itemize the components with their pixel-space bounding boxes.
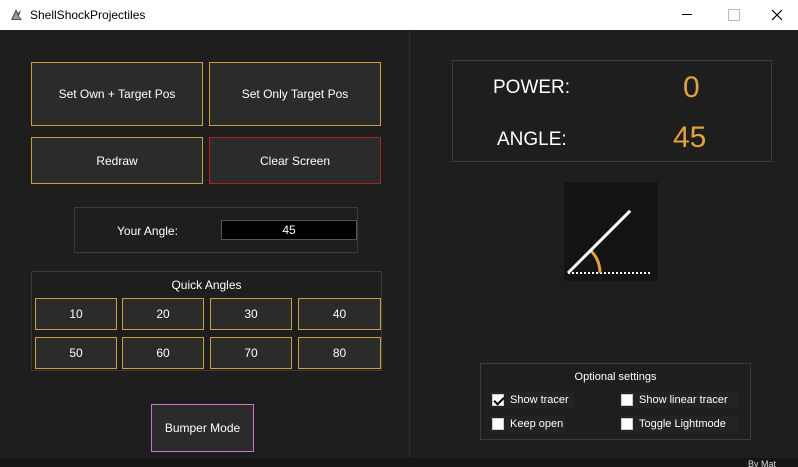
set-own-target-pos-button[interactable]: Set Own + Target Pos xyxy=(31,62,203,126)
set-only-target-pos-button[interactable]: Set Only Target Pos xyxy=(209,62,381,126)
angle-input-label: Your Angle: xyxy=(117,224,178,238)
quick-angle-10-button[interactable]: 10 xyxy=(35,298,117,330)
show-tracer-option[interactable]: Show tracer xyxy=(490,392,574,408)
power-label: POWER: xyxy=(493,77,571,98)
show-linear-tracer-checkbox[interactable] xyxy=(621,394,633,406)
angle-input[interactable] xyxy=(221,220,357,240)
keep-open-option[interactable]: Keep open xyxy=(490,416,566,432)
quick-angle-40-button[interactable]: 40 xyxy=(298,298,381,330)
bumper-mode-button[interactable]: Bumper Mode xyxy=(151,404,254,452)
optional-settings-title: Optional settings xyxy=(574,371,657,383)
minimize-button[interactable] xyxy=(664,0,710,30)
bottom-strip xyxy=(0,458,798,467)
stats-display: POWER: 0 ANGLE: 45 xyxy=(452,60,772,162)
show-tracer-checkbox[interactable] xyxy=(492,394,504,406)
close-button[interactable] xyxy=(754,0,798,30)
title-bar: ShellShockProjectiles xyxy=(0,0,798,30)
angle-input-group: Your Angle: xyxy=(74,207,358,253)
optional-settings-group: Optional settings Show tracer Show linea… xyxy=(480,363,751,440)
keep-open-label: Keep open xyxy=(510,418,564,430)
keep-open-checkbox[interactable] xyxy=(492,418,504,430)
credit-text: By Mat xyxy=(748,459,777,467)
show-tracer-label: Show tracer xyxy=(510,394,569,406)
redraw-button[interactable]: Redraw xyxy=(31,137,203,184)
toggle-lightmode-option[interactable]: Toggle Lightmode xyxy=(619,416,739,432)
quick-angles-title: Quick Angles xyxy=(171,278,242,292)
app-icon xyxy=(11,9,22,20)
power-value: 0 xyxy=(683,71,700,104)
angle-label: ANGLE: xyxy=(497,129,567,150)
angle-value: 45 xyxy=(673,121,707,154)
window-title: ShellShockProjectiles xyxy=(30,8,146,22)
quick-angle-30-button[interactable]: 30 xyxy=(210,298,292,330)
angle-arc xyxy=(589,249,602,274)
toggle-lightmode-checkbox[interactable] xyxy=(621,418,633,430)
angle-visualizer xyxy=(564,182,658,281)
quick-angle-50-button[interactable]: 50 xyxy=(35,337,117,369)
show-linear-tracer-option[interactable]: Show linear tracer xyxy=(619,392,739,408)
show-linear-tracer-label: Show linear tracer xyxy=(639,394,728,406)
toggle-lightmode-label: Toggle Lightmode xyxy=(639,418,726,430)
quick-angle-80-button[interactable]: 80 xyxy=(298,337,381,369)
quick-angle-70-button[interactable]: 70 xyxy=(210,337,292,369)
quick-angle-60-button[interactable]: 60 xyxy=(122,337,204,369)
maximize-button[interactable] xyxy=(710,0,756,30)
quick-angle-20-button[interactable]: 20 xyxy=(122,298,204,330)
clear-screen-button[interactable]: Clear Screen xyxy=(209,137,381,184)
close-icon xyxy=(771,9,783,21)
